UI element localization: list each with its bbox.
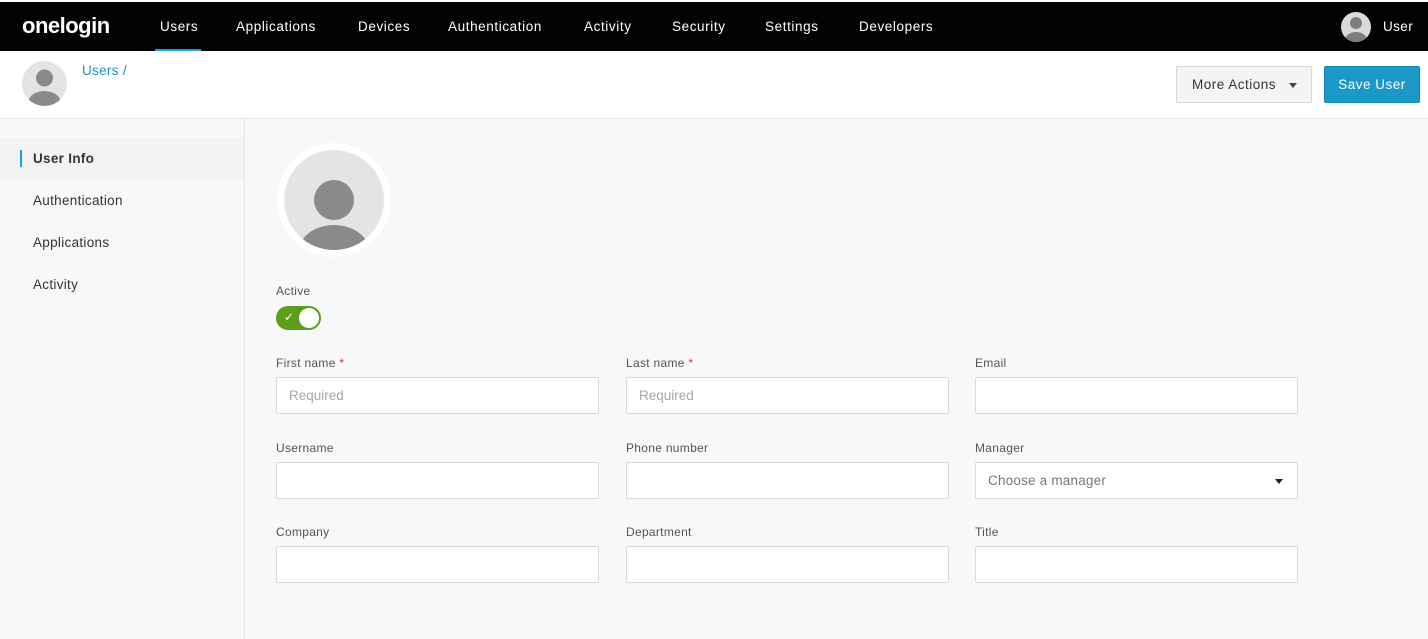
breadcrumb-users-link[interactable]: Users bbox=[82, 63, 119, 78]
last-name-field[interactable] bbox=[626, 377, 949, 414]
user-avatar-icon bbox=[22, 61, 67, 106]
top-nav: onelogin Users Applications Devices Auth… bbox=[0, 0, 1428, 52]
nav-activity[interactable]: Activity bbox=[584, 19, 632, 34]
sidebar: User Info Authentication Applications Ac… bbox=[0, 119, 245, 639]
manager-select-placeholder: Choose a manager bbox=[988, 473, 1107, 488]
nav-user-label[interactable]: User bbox=[1383, 19, 1413, 34]
profile-picture[interactable] bbox=[277, 143, 391, 257]
email-label: Email bbox=[975, 356, 1007, 370]
nav-devices[interactable]: Devices bbox=[358, 19, 410, 34]
department-field[interactable] bbox=[626, 546, 949, 583]
user-avatar-icon bbox=[284, 150, 384, 250]
phone-number-label: Phone number bbox=[626, 441, 709, 455]
more-actions-button[interactable]: More Actions bbox=[1176, 66, 1312, 103]
breadcrumb: Users / bbox=[82, 63, 127, 78]
title-field[interactable] bbox=[975, 546, 1298, 583]
active-toggle[interactable]: ✓ bbox=[276, 306, 321, 330]
title-label: Title bbox=[975, 525, 999, 539]
sidebar-item-authentication[interactable]: Authentication bbox=[0, 180, 244, 222]
nav-authentication[interactable]: Authentication bbox=[448, 19, 542, 34]
caret-down-icon bbox=[1289, 83, 1297, 88]
company-label: Company bbox=[276, 525, 330, 539]
phone-number-field[interactable] bbox=[626, 462, 949, 499]
more-actions-label: More Actions bbox=[1192, 77, 1277, 92]
nav-security[interactable]: Security bbox=[672, 19, 726, 34]
sidebar-item-applications[interactable]: Applications bbox=[0, 222, 244, 264]
last-name-label: Last name * bbox=[626, 356, 694, 370]
first-name-label: First name * bbox=[276, 356, 345, 370]
nav-users[interactable]: Users bbox=[160, 19, 198, 34]
manager-label: Manager bbox=[975, 441, 1025, 455]
nav-applications[interactable]: Applications bbox=[236, 19, 316, 34]
active-label: Active bbox=[276, 284, 311, 298]
page-header: Users / More Actions Save User bbox=[0, 51, 1428, 119]
nav-settings[interactable]: Settings bbox=[765, 19, 819, 34]
sidebar-item-user-info[interactable]: User Info bbox=[0, 138, 244, 180]
save-user-button[interactable]: Save User bbox=[1324, 66, 1420, 103]
check-icon: ✓ bbox=[284, 310, 295, 324]
manager-select[interactable]: Choose a manager bbox=[975, 462, 1298, 499]
email-field[interactable] bbox=[975, 377, 1298, 414]
toggle-knob bbox=[299, 308, 319, 328]
sidebar-item-activity[interactable]: Activity bbox=[0, 264, 244, 306]
nav-developers[interactable]: Developers bbox=[859, 19, 933, 34]
first-name-field[interactable] bbox=[276, 377, 599, 414]
user-avatar-icon[interactable] bbox=[1341, 12, 1371, 42]
department-label: Department bbox=[626, 525, 692, 539]
username-field[interactable] bbox=[276, 462, 599, 499]
breadcrumb-separator: / bbox=[122, 63, 127, 78]
username-label: Username bbox=[276, 441, 334, 455]
company-field[interactable] bbox=[276, 546, 599, 583]
onelogin-logo[interactable]: onelogin bbox=[22, 13, 110, 39]
caret-down-icon bbox=[1275, 479, 1283, 484]
